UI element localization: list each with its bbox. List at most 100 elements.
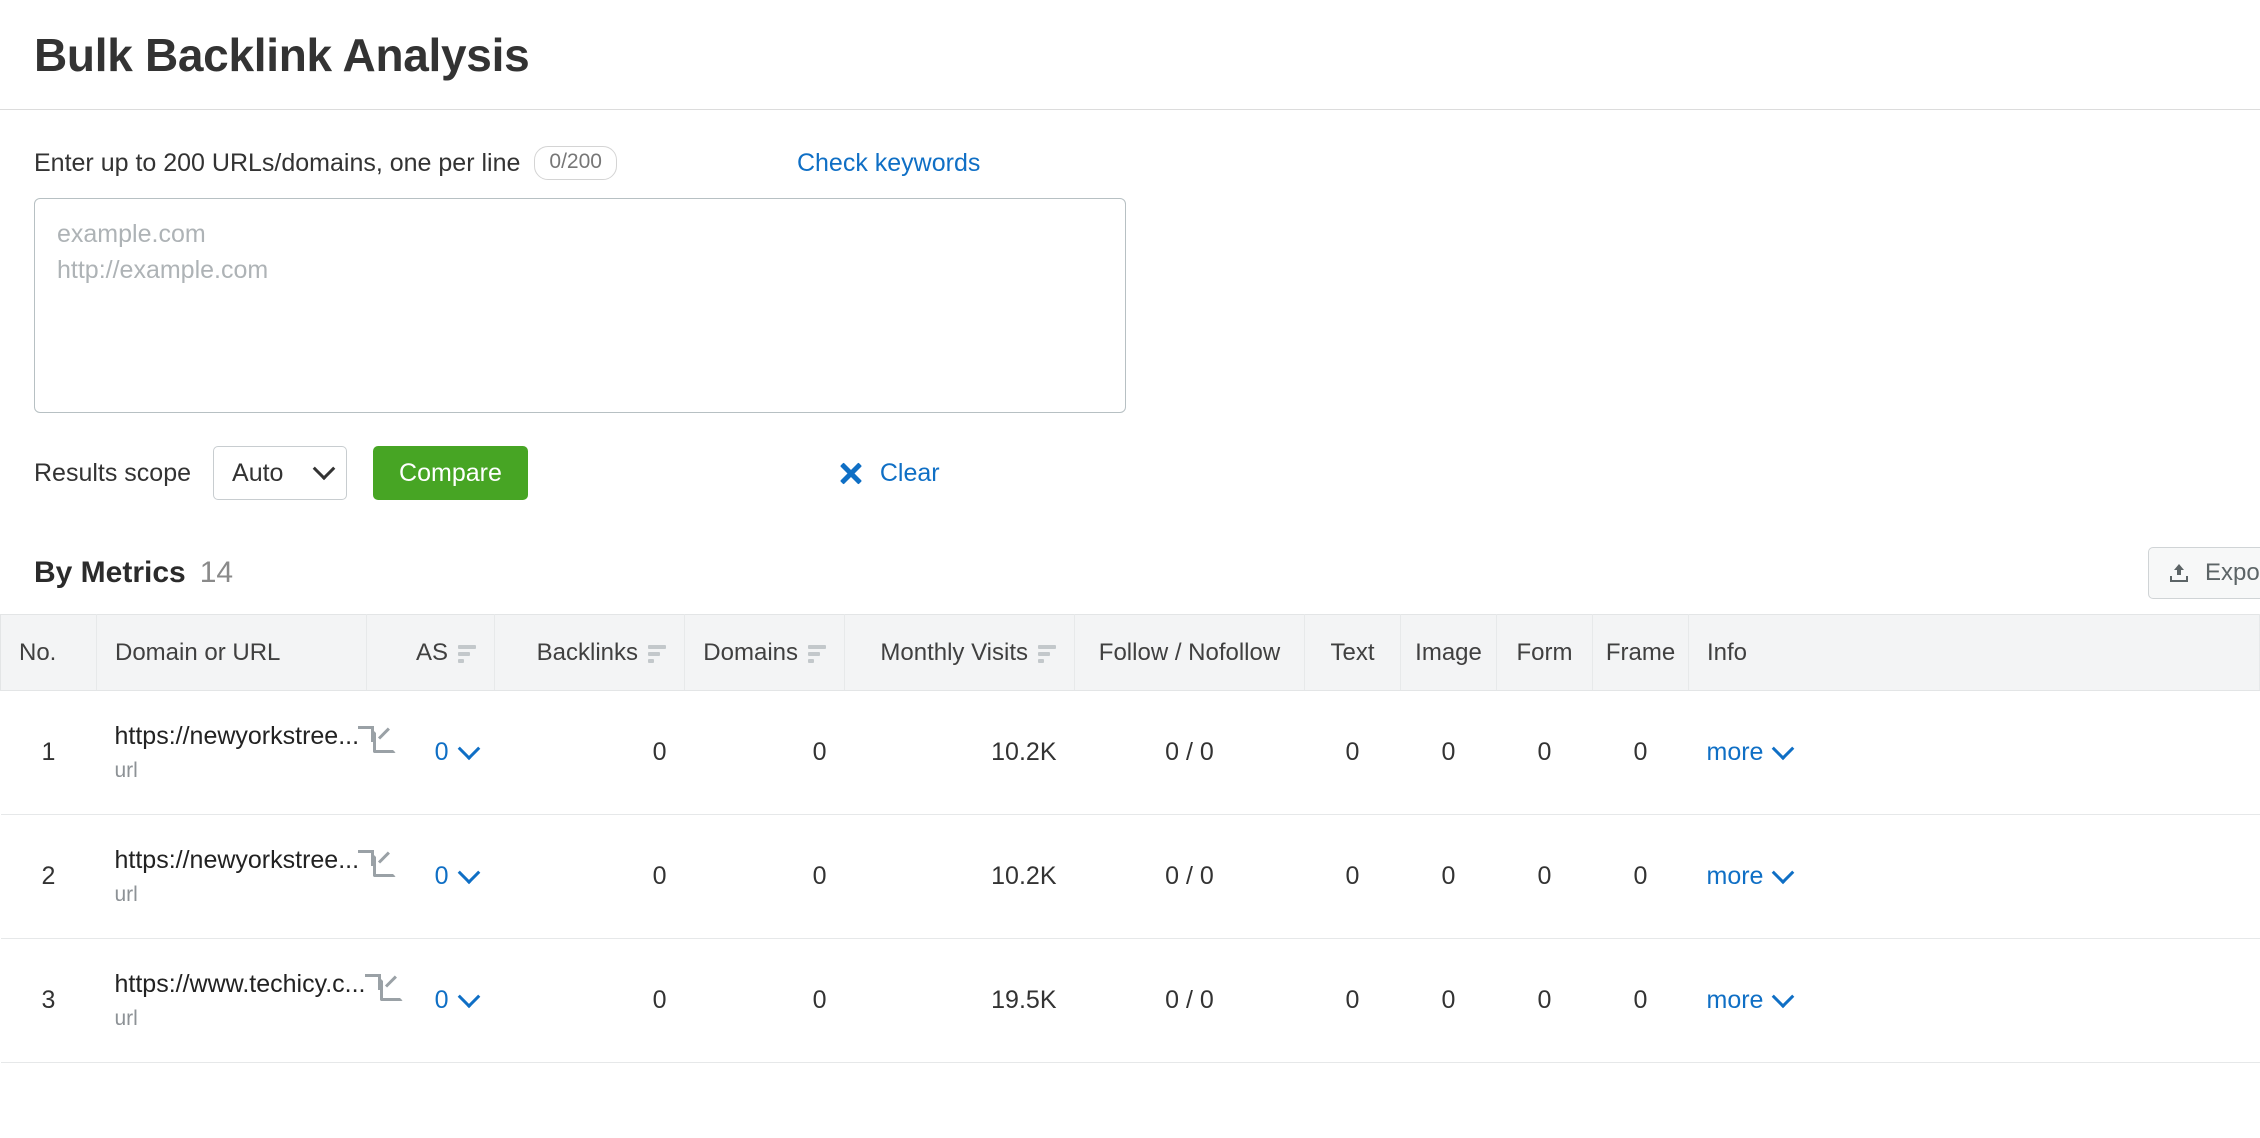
cell-form: 0 xyxy=(1496,938,1593,1063)
more-toggle[interactable]: more xyxy=(1706,860,2242,891)
compare-button[interactable]: Compare xyxy=(373,446,528,500)
table-row: 2 https://newyorkstree... url 0 0 0 10.2K 0 / 0… xyxy=(0,814,2260,939)
input-label-row: Enter up to 200 URLs/domains, one per li… xyxy=(34,145,2226,181)
col-header-label: No. xyxy=(19,638,57,666)
cell-info: more xyxy=(1688,690,2260,815)
sort-icon[interactable] xyxy=(808,644,826,663)
chevron-down-icon xyxy=(457,736,480,760)
cell-no: 2 xyxy=(0,814,97,939)
cell-follow-nofollow: 0 / 0 xyxy=(1074,690,1305,815)
col-header-as[interactable]: AS xyxy=(366,614,495,691)
col-header-domain-or-url: Domain or URL xyxy=(96,614,367,691)
col-header-text: Text xyxy=(1304,614,1401,691)
col-header-label: Text xyxy=(1330,638,1375,666)
col-header-label: Info xyxy=(1707,638,1748,666)
col-header-label: Frame xyxy=(1605,638,1676,666)
sort-icon[interactable] xyxy=(1038,644,1056,663)
chevron-down-icon xyxy=(1772,984,1795,1008)
cell-domains: 0 xyxy=(684,814,845,939)
results-scope-label: Results scope xyxy=(34,458,192,487)
upload-icon xyxy=(2170,564,2188,582)
results-scope-value: Auto xyxy=(232,458,284,487)
results-scope-select[interactable]: Auto xyxy=(213,446,348,500)
col-header-label: Image xyxy=(1415,638,1482,666)
as-score-toggle[interactable]: 0 xyxy=(385,860,480,891)
clear-label: Clear xyxy=(879,458,940,487)
url-counter-badge: 0/200 xyxy=(534,145,617,181)
chevron-down-icon xyxy=(457,860,480,884)
cell-as: 0 xyxy=(366,938,495,1063)
cell-form: 0 xyxy=(1496,814,1593,939)
as-value: 0 xyxy=(434,986,449,1014)
col-header-label: Follow / Nofollow xyxy=(1098,638,1281,666)
results-header: By Metrics 14 Export xyxy=(0,546,2260,600)
bulk-input-form: Enter up to 200 URLs/domains, one per li… xyxy=(0,110,2260,500)
chevron-down-icon xyxy=(457,984,480,1008)
controls-row: Results scope Auto Compare Clear xyxy=(34,446,2226,500)
sort-icon[interactable] xyxy=(458,644,476,663)
chevron-down-icon xyxy=(312,457,336,481)
cell-info: more xyxy=(1688,938,2260,1063)
col-header-monthly-visits[interactable]: Monthly Visits xyxy=(844,614,1075,691)
cell-backlinks: 0 xyxy=(494,814,685,939)
cell-text: 0 xyxy=(1304,814,1401,939)
cell-monthly-visits[interactable]: 10.2K xyxy=(844,690,1075,815)
cell-frame: 0 xyxy=(1592,814,1689,939)
page-header: Bulk Backlink Analysis xyxy=(0,0,2260,110)
domain-url-text[interactable]: https://newyorkstree... xyxy=(115,722,360,751)
cell-no: 1 xyxy=(0,690,97,815)
cell-monthly-visits[interactable]: 19.5K xyxy=(844,938,1075,1063)
col-header-no: No. xyxy=(0,614,97,691)
cell-form: 0 xyxy=(1496,690,1593,815)
more-toggle[interactable]: more xyxy=(1706,736,2242,767)
close-x-icon xyxy=(838,460,864,486)
more-label: more xyxy=(1706,986,1764,1014)
domain-url-text[interactable]: https://www.techicy.c... xyxy=(115,970,366,999)
more-label: more xyxy=(1706,738,1764,766)
export-label: Export xyxy=(2205,559,2260,586)
more-toggle[interactable]: more xyxy=(1706,984,2242,1015)
cell-frame: 0 xyxy=(1592,690,1689,815)
table-row: 1 https://newyorkstree... url 0 0 0 10.2K 0 / 0… xyxy=(0,690,2260,815)
domain-type-label: url xyxy=(114,1007,138,1030)
col-header-form: Form xyxy=(1496,614,1593,691)
col-header-follow-nofollow: Follow / Nofollow xyxy=(1074,614,1305,691)
metrics-table-head: No. Domain or URL AS Backlinks Domains M… xyxy=(0,614,2260,691)
domain-url-text[interactable]: https://newyorkstree... xyxy=(115,846,360,875)
chevron-down-icon xyxy=(1772,736,1795,760)
cell-image: 0 xyxy=(1400,814,1497,939)
cell-domain-or-url: https://newyorkstree... url xyxy=(96,690,397,815)
cell-backlinks: 0 xyxy=(494,690,685,815)
metrics-table: No. Domain or URL AS Backlinks Domains M… xyxy=(0,614,2260,1063)
urls-textarea[interactable] xyxy=(34,198,1126,413)
col-header-label: AS xyxy=(415,638,448,666)
results-count: 14 xyxy=(199,556,234,589)
check-keywords-link[interactable]: Check keywords xyxy=(797,149,980,178)
cell-domain-or-url: https://www.techicy.c... url xyxy=(96,938,403,1063)
export-button[interactable]: Export xyxy=(2148,547,2260,599)
cell-follow-nofollow: 0 / 0 xyxy=(1074,814,1305,939)
cell-frame: 0 xyxy=(1592,938,1689,1063)
col-header-label: Domains xyxy=(703,638,798,666)
as-value: 0 xyxy=(434,862,449,890)
cell-domain-or-url: https://newyorkstree... url xyxy=(96,814,397,939)
as-score-toggle[interactable]: 0 xyxy=(385,736,480,767)
more-label: more xyxy=(1706,862,1764,890)
col-header-backlinks[interactable]: Backlinks xyxy=(494,614,685,691)
results-section: By Metrics 14 Export xyxy=(0,546,2260,1063)
cell-domains: 0 xyxy=(684,938,845,1063)
col-header-domains[interactable]: Domains xyxy=(684,614,845,691)
clear-button[interactable]: Clear xyxy=(838,459,940,488)
sort-icon[interactable] xyxy=(648,644,666,663)
metrics-table-body: 1 https://newyorkstree... url 0 0 0 10.2K 0 / 0… xyxy=(0,690,2260,1063)
page-title: Bulk Backlink Analysis xyxy=(34,28,530,81)
col-header-label: Backlinks xyxy=(536,638,638,666)
table-header-row: No. Domain or URL AS Backlinks Domains M… xyxy=(0,614,2260,691)
col-header-label: Domain or URL xyxy=(115,638,281,666)
col-header-frame: Frame xyxy=(1592,614,1689,691)
cell-monthly-visits[interactable]: 10.2K xyxy=(844,814,1075,939)
table-row: 3 https://www.techicy.c... url 0 0 0 19.5K 0 / … xyxy=(0,938,2260,1063)
col-header-label: Monthly Visits xyxy=(880,638,1028,666)
cell-text: 0 xyxy=(1304,690,1401,815)
cell-no: 3 xyxy=(0,938,97,1063)
